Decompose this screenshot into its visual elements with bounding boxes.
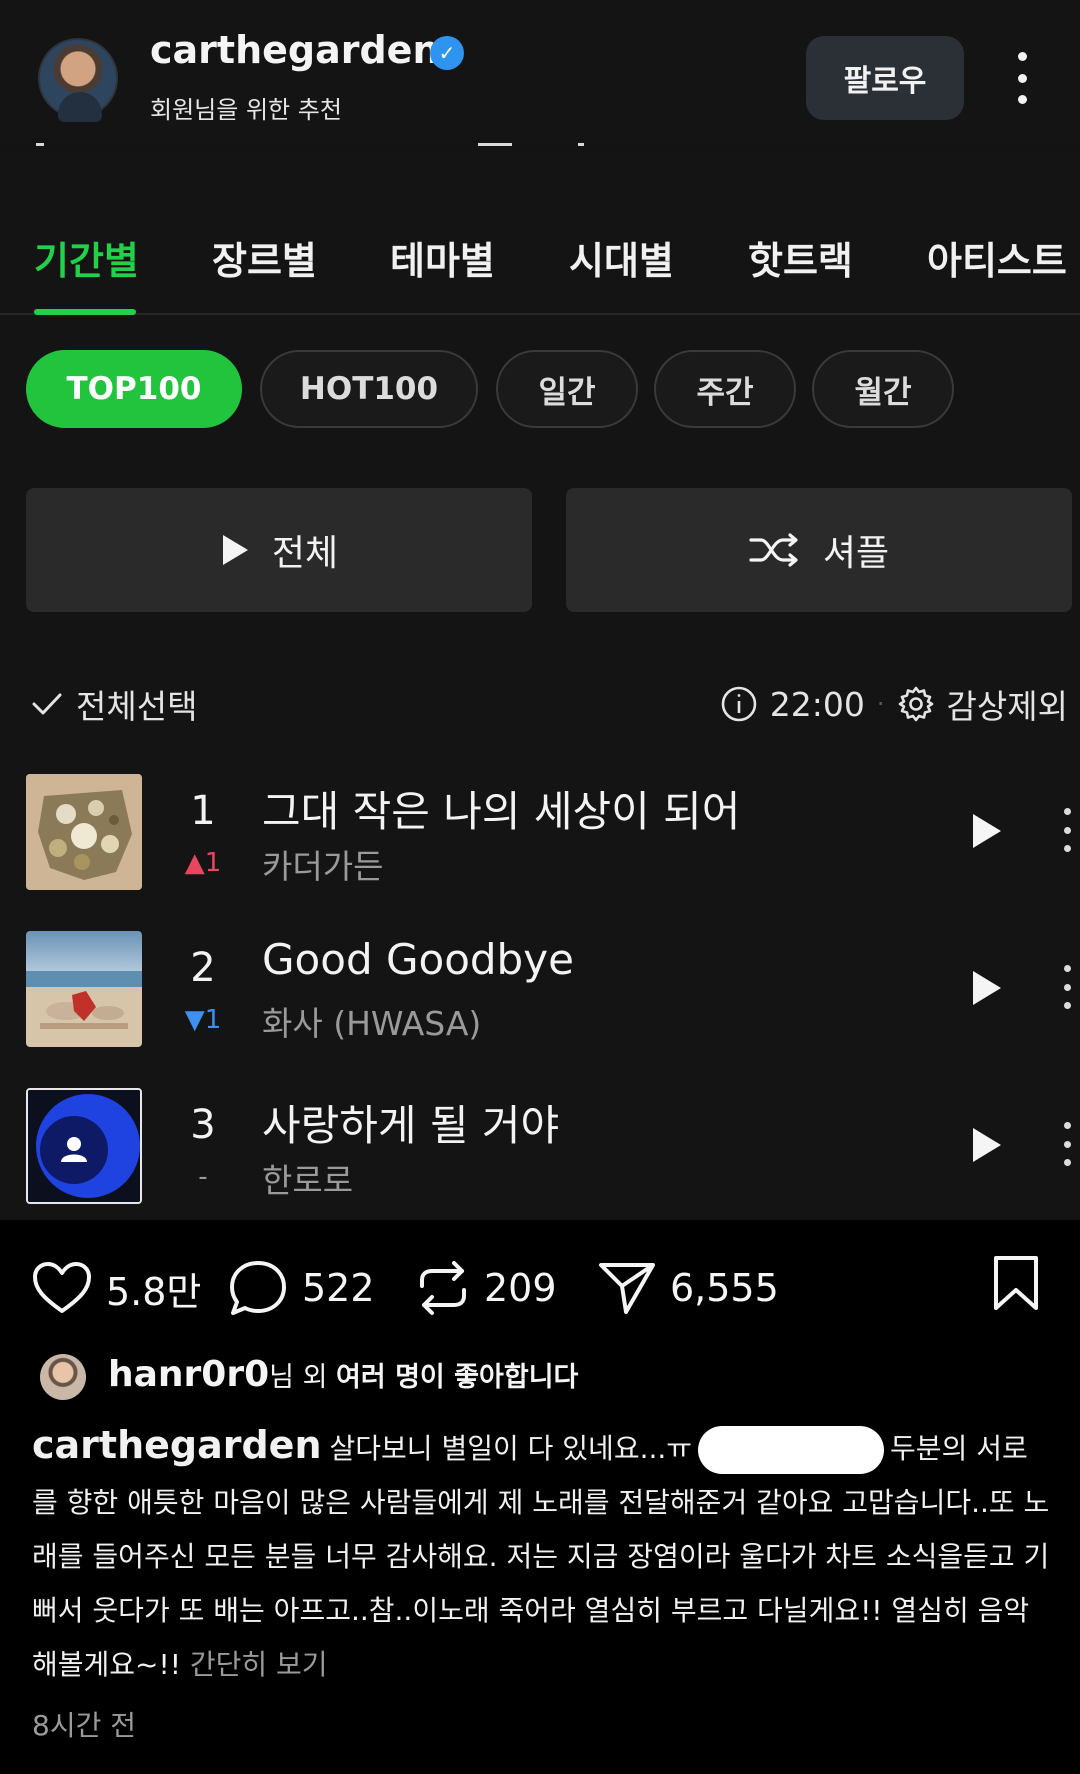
rank-change-down: ▼1: [184, 1005, 222, 1035]
more-options-icon[interactable]: [1005, 52, 1039, 104]
like-count: 5.8만: [106, 1269, 202, 1314]
gear-icon[interactable]: [897, 685, 935, 723]
track-row[interactable]: 1 ▲1 그대 작은 나의 세상이 되어 카더가든: [0, 774, 1080, 914]
album-art-3: [26, 1088, 142, 1204]
track-artist[interactable]: 한로로: [262, 1154, 353, 1202]
select-all-label: 전체선택: [76, 687, 198, 726]
rank-change-up: ▲1: [184, 848, 222, 878]
liked-by-suffix: 님 외: [269, 1362, 337, 1393]
caption-text-before: 살다보니 별일이 다 있네요...ㅠ: [329, 1432, 693, 1465]
separator-dot: ·: [876, 690, 885, 718]
author-avatar[interactable]: [38, 38, 118, 122]
track-rank: 3: [190, 1102, 216, 1148]
author-username[interactable]: carthegarden: [150, 28, 440, 72]
chip-weekly[interactable]: 주간: [654, 350, 796, 428]
repost-icon: [420, 1261, 466, 1315]
tab-artist[interactable]: 아티스트: [927, 230, 1067, 285]
track-title[interactable]: 사랑하게 될 거야: [262, 1092, 559, 1153]
track-artist[interactable]: 화사 (HWASA): [262, 997, 481, 1045]
track-artist[interactable]: 카더가든: [262, 840, 383, 888]
show-less-link[interactable]: 간단히 보기: [190, 1648, 328, 1681]
rank-change-none: -: [198, 1162, 208, 1192]
track-rank: 1: [190, 788, 216, 834]
comment-count: 522: [302, 1266, 375, 1310]
info-icon[interactable]: [720, 685, 758, 723]
chart-time: 22:00: [769, 684, 865, 724]
track-rank: 2: [190, 945, 216, 991]
play-icon: [222, 535, 248, 565]
track-title[interactable]: 그대 작은 나의 세상이 되어: [262, 778, 740, 839]
track-play-icon[interactable]: [970, 812, 1004, 850]
post-subtitle: 회원님을 위한 추천: [150, 96, 342, 124]
share-count: 6,555: [670, 1266, 779, 1310]
cropped-header-strip: [0, 138, 1080, 152]
active-tab-indicator: [34, 309, 136, 315]
track-row[interactable]: 3 - 사랑하게 될 거야 한로로: [0, 1088, 1080, 1228]
tab-genre[interactable]: 장르별: [212, 230, 317, 285]
chip-hot100[interactable]: HOT100: [260, 350, 478, 428]
liked-by-rest: 여러 명이 좋아합니다: [336, 1362, 579, 1393]
album-art-1: [26, 774, 142, 890]
chip-daily[interactable]: 일간: [496, 350, 638, 428]
track-more-icon[interactable]: [1060, 1122, 1074, 1166]
post-header: carthegarden ✓ 회원님을 위한 추천 팔로우: [0, 0, 1080, 145]
tab-period[interactable]: 기간별: [34, 230, 139, 285]
select-all-toggle[interactable]: 전체선택: [32, 680, 197, 728]
shuffle-button[interactable]: 셔플: [566, 488, 1072, 612]
exclude-label[interactable]: 감상제외: [947, 680, 1068, 728]
heart-icon: [33, 1262, 91, 1313]
like-button[interactable]: 5.8만: [32, 1258, 201, 1318]
caption-username[interactable]: carthegarden: [32, 1423, 322, 1467]
comment-button[interactable]: 522: [228, 1258, 375, 1318]
liker-username[interactable]: hanr0r0: [108, 1354, 269, 1395]
comment-icon: [230, 1261, 286, 1315]
post-caption: carthegarden 살다보니 별일이 다 있네요...ㅠ 두분의 서로를 향한…: [32, 1418, 1052, 1692]
shuffle-icon: [749, 533, 798, 567]
checkmark-icon: [32, 693, 62, 715]
chip-monthly[interactable]: 월간: [812, 350, 954, 428]
tab-theme[interactable]: 테마별: [390, 230, 495, 285]
repost-count: 209: [484, 1266, 557, 1310]
track-play-icon[interactable]: [970, 1126, 1004, 1164]
follow-button[interactable]: 팔로우: [806, 36, 964, 120]
track-row[interactable]: 2 ▼1 Good Goodbye 화사 (HWASA): [0, 931, 1080, 1071]
share-button[interactable]: 6,555: [598, 1258, 779, 1318]
send-icon: [599, 1263, 655, 1314]
track-title[interactable]: Good Goodbye: [262, 935, 574, 984]
post-timestamp: 8시간 전: [32, 1709, 136, 1742]
bookmark-icon[interactable]: [992, 1254, 1040, 1312]
play-all-label: 전체: [271, 533, 339, 574]
album-art-2: [26, 931, 142, 1047]
chart-info-bar: 22:00 · 감상제외: [720, 680, 1068, 728]
track-play-icon[interactable]: [970, 969, 1004, 1007]
redacted-block: [698, 1426, 885, 1474]
shuffle-label: 셔플: [822, 533, 890, 574]
tab-divider: [0, 313, 1080, 315]
liked-by-line[interactable]: hanr0r0님 외 여러 명이 좋아합니다: [108, 1354, 578, 1395]
track-more-icon[interactable]: [1060, 808, 1074, 852]
repost-button[interactable]: 209: [416, 1258, 557, 1318]
caption-text-after: 두분의 서로를 향한 애틋한 마음이 많은 사람들에게 제 노래를 전달해준거 …: [32, 1432, 1050, 1681]
avatar-figure: [58, 92, 102, 122]
verified-badge-icon: ✓: [430, 36, 464, 70]
track-more-icon[interactable]: [1060, 965, 1074, 1009]
play-all-button[interactable]: 전체: [26, 488, 532, 612]
tab-hot-track[interactable]: 핫트랙: [748, 230, 853, 285]
chip-top100[interactable]: TOP100: [26, 350, 242, 428]
liker-avatar[interactable]: [40, 1354, 86, 1400]
tab-era[interactable]: 시대별: [569, 230, 674, 285]
